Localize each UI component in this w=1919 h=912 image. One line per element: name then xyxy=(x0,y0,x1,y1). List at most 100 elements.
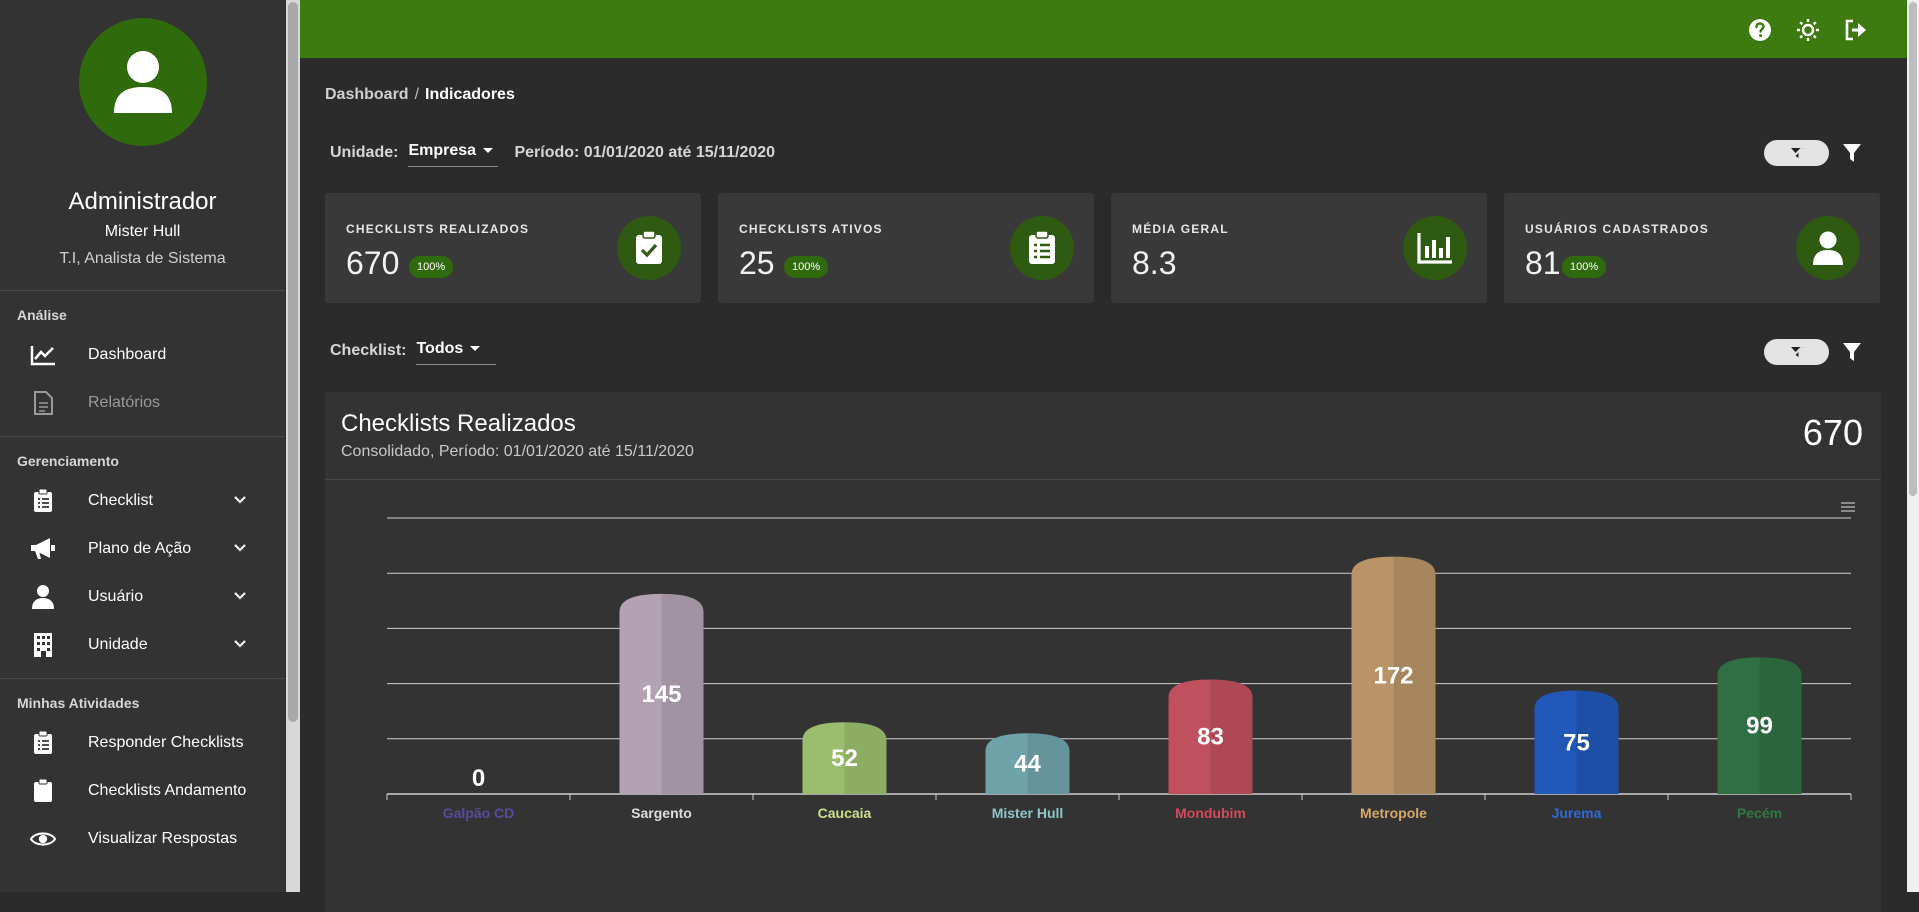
sidebar-item-label: Checklist xyxy=(88,492,153,509)
chevron-down-icon xyxy=(234,496,246,504)
breadcrumb-dashboard[interactable]: Dashboard xyxy=(325,86,409,103)
category-label: Jurema xyxy=(1552,805,1602,821)
card-title: MÉDIA GERAL xyxy=(1132,222,1229,236)
filter-clear-toggle[interactable] xyxy=(1764,140,1829,166)
data-label: 75 xyxy=(1563,729,1590,756)
sidebar-item-label: Checklists Andamento xyxy=(88,782,247,799)
caret-down-icon xyxy=(470,346,481,351)
chevron-down-icon xyxy=(234,544,246,552)
periodo-text: Período: 01/01/2020 até 15/11/2020 xyxy=(514,144,776,161)
clipboard-check-icon xyxy=(617,216,681,280)
filter-off-icon xyxy=(1790,346,1803,358)
building-icon xyxy=(30,632,56,658)
panel-header: Checklists Realizados Consolidado, Perío… xyxy=(325,392,1881,480)
data-label: 0 xyxy=(472,765,485,792)
help-icon[interactable] xyxy=(1748,18,1772,42)
filter-off-icon xyxy=(1790,147,1803,159)
profile-company: Mister Hull xyxy=(104,223,181,240)
data-label: 145 xyxy=(641,681,681,708)
category-label: Pecém xyxy=(1737,805,1782,821)
top-bar xyxy=(300,0,1907,60)
card-badge: 100% xyxy=(409,256,454,278)
stat-card-checklists-ativos: CHECKLISTS ATIVOS 25 100% xyxy=(718,193,1094,303)
checklist-value: Todos xyxy=(416,339,464,357)
section-title-gerenciamento: Gerenciamento xyxy=(17,453,119,469)
sidebar-item-dashboard[interactable]: Dashboard xyxy=(0,331,285,379)
panel-total: 670 xyxy=(1802,412,1863,453)
sidebar-item-unidade[interactable]: Unidade xyxy=(0,621,285,669)
panel-title: Checklists Realizados xyxy=(341,410,576,437)
filter-icon[interactable] xyxy=(1842,342,1862,362)
sidebar-item-checklists-andamento[interactable]: Checklists Andamento xyxy=(0,767,285,815)
sidebar-item-responder-checklists[interactable]: Responder Checklists xyxy=(0,719,285,767)
card-title: CHECKLISTS REALIZADOS xyxy=(346,222,530,236)
card-value: 670 xyxy=(346,245,400,281)
sidebar-item-label: Plano de Ação xyxy=(88,540,192,557)
caret-down-icon xyxy=(483,148,494,153)
chart-bars xyxy=(619,556,1802,794)
chart-panel: Checklists Realizados Consolidado, Perío… xyxy=(325,392,1881,912)
clipboard-list-icon xyxy=(30,488,56,514)
data-label: 52 xyxy=(831,745,858,772)
data-label: 172 xyxy=(1373,662,1413,689)
user-icon xyxy=(1796,216,1860,280)
chart-menu-icon[interactable] xyxy=(1841,502,1855,512)
card-badge: 100% xyxy=(784,256,829,278)
breadcrumb-separator: / xyxy=(414,86,420,103)
file-icon xyxy=(30,390,56,416)
unidade-filter-row: Unidade: Empresa Período: 01/01/2020 até… xyxy=(330,136,775,170)
sidebar-item-label: Responder Checklists xyxy=(88,734,244,751)
bar-chart-icon xyxy=(1403,216,1467,280)
stat-card-checklists-realizados: CHECKLISTS REALIZADOS 670 100% xyxy=(325,193,701,303)
clipboard-list-icon xyxy=(1010,216,1074,280)
card-badge: 100% xyxy=(1562,256,1607,278)
unidade-select[interactable]: Empresa xyxy=(408,140,499,167)
user-icon xyxy=(30,584,56,610)
card-value: 25 xyxy=(739,245,775,281)
filter-icon[interactable] xyxy=(1842,143,1862,163)
checklist-select[interactable]: Todos xyxy=(416,338,497,365)
card-title: USUÁRIOS CADASTRADOS xyxy=(1525,222,1710,236)
category-label: Caucaia xyxy=(818,805,872,821)
sidebar-item-label: Unidade xyxy=(88,636,148,653)
sidebar-item-usuario[interactable]: Usuário xyxy=(0,573,285,621)
sidebar: Administrador Mister Hull T.I, Analista … xyxy=(0,0,285,892)
logout-icon[interactable] xyxy=(1844,18,1868,42)
category-label: Mister Hull xyxy=(992,805,1064,821)
chart-line-icon xyxy=(30,342,56,368)
profile-name: Administrador xyxy=(68,188,217,215)
checklist-filter-row: Checklist: Todos xyxy=(330,334,497,368)
stat-card-media-geral: MÉDIA GERAL 8.3 xyxy=(1111,193,1487,303)
scrollbar-thumb[interactable] xyxy=(288,2,298,722)
brightness-icon[interactable] xyxy=(1796,18,1820,42)
stat-card-usuarios-cadastrados: USUÁRIOS CADASTRADOS 81 100% xyxy=(1504,193,1880,303)
sidebar-item-visualizar-respostas[interactable]: Visualizar Respostas xyxy=(0,815,285,863)
chevron-down-icon xyxy=(234,640,246,648)
section-title-atividades: Minhas Atividades xyxy=(17,695,140,711)
sidebar-scrollbar[interactable] xyxy=(286,0,300,892)
sidebar-item-label: Visualizar Respostas xyxy=(88,830,238,847)
category-label: Sargento xyxy=(631,805,692,821)
category-label: Galpão CD xyxy=(443,805,515,821)
main-scrollbar[interactable] xyxy=(1907,0,1919,892)
category-label: Mondubim xyxy=(1175,805,1246,821)
megaphone-icon xyxy=(30,536,56,562)
unidade-value: Empresa xyxy=(408,141,477,159)
breadcrumb-current: Indicadores xyxy=(425,86,515,103)
profile: Administrador Mister Hull T.I, Analista … xyxy=(0,0,285,268)
bar-chart: 0 Galpão CD 145 Sargento 52 Caucaia 44 Mister H… xyxy=(386,502,1855,821)
unidade-label: Unidade: xyxy=(330,144,399,161)
chart-grid xyxy=(386,517,1852,800)
category-label: Metropole xyxy=(1360,805,1427,821)
chevron-down-icon xyxy=(234,592,246,600)
sidebar-item-plano-de-acao[interactable]: Plano de Ação xyxy=(0,525,285,573)
filter-clear-toggle[interactable] xyxy=(1764,339,1829,365)
avatar xyxy=(78,18,207,146)
sidebar-item-checklist[interactable]: Checklist xyxy=(0,477,285,525)
sidebar-item-relatorios[interactable]: Relatórios xyxy=(0,379,285,427)
scrollbar-thumb[interactable] xyxy=(1909,2,1917,496)
user-icon xyxy=(113,51,172,113)
data-label: 44 xyxy=(1014,751,1041,778)
sidebar-item-label: Usuário xyxy=(88,588,144,605)
breadcrumb: Dashboard / Indicadores xyxy=(325,86,515,104)
